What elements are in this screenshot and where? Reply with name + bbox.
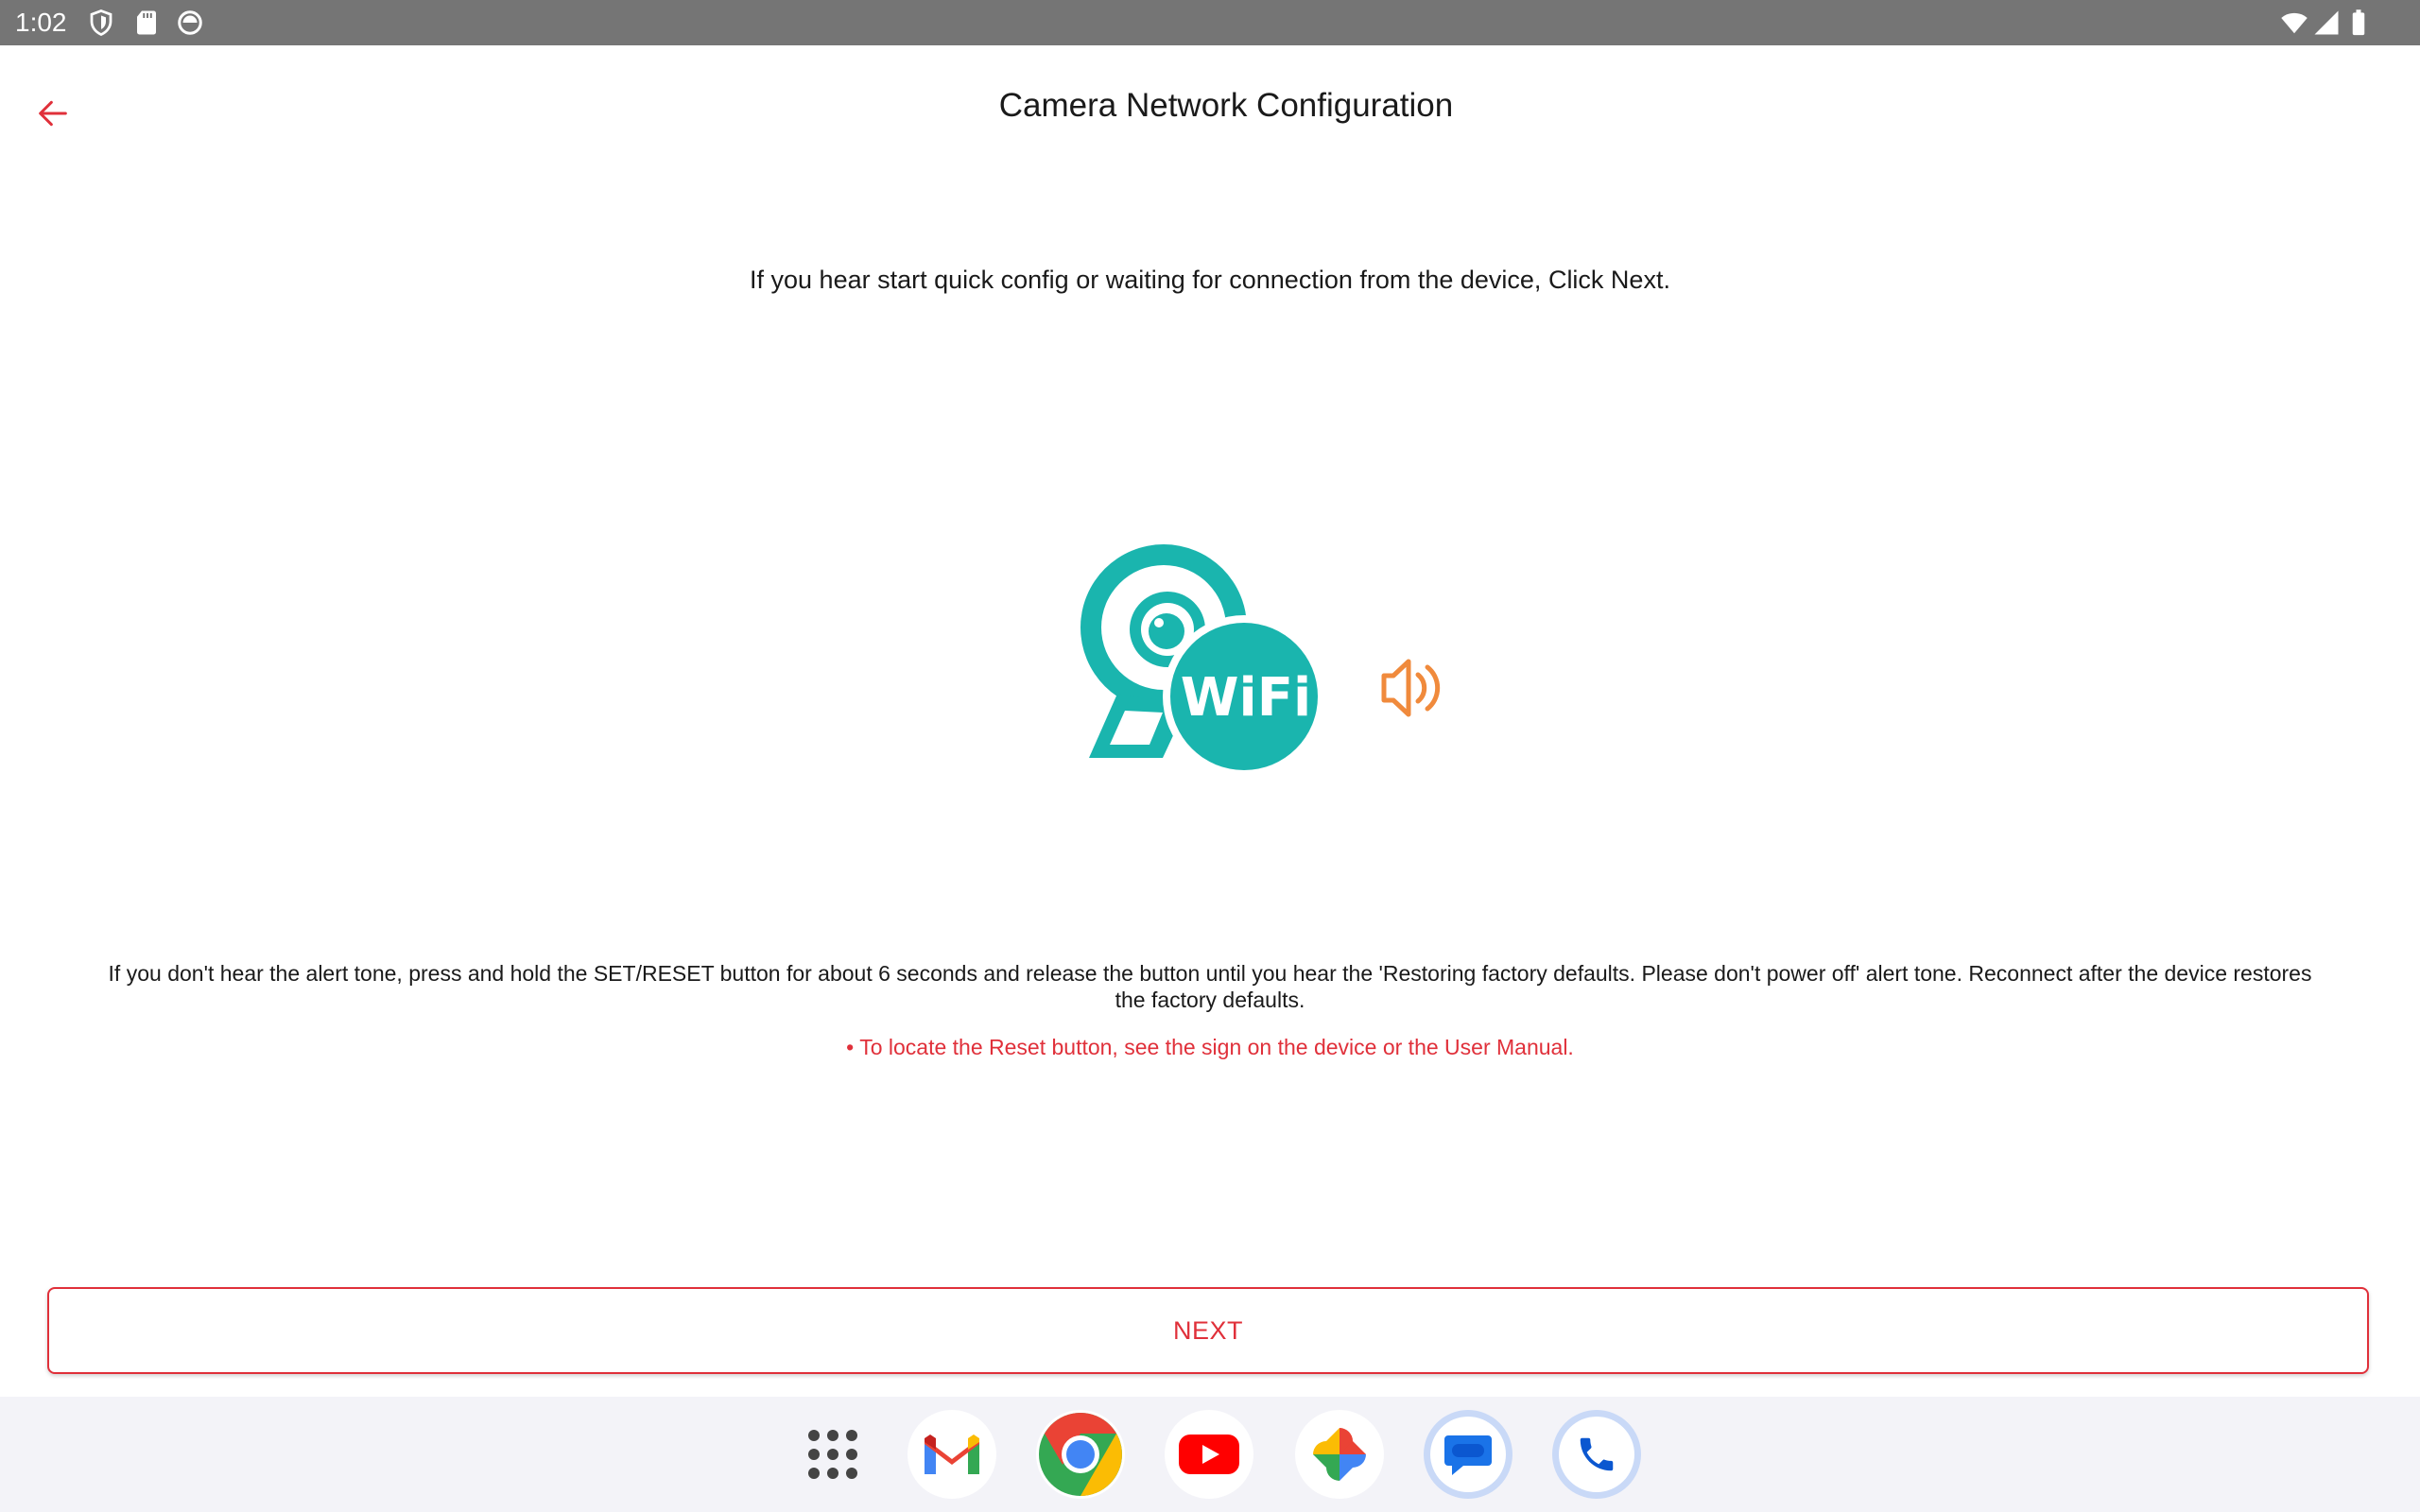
app-drawer-icon <box>808 1430 857 1479</box>
app-bar: Camera Network Configuration <box>0 45 2420 168</box>
youtube-app[interactable] <box>1165 1410 1253 1499</box>
wifi-badge-label: WiFi <box>1181 667 1311 729</box>
sd-card-icon <box>137 10 156 35</box>
camera-wifi-illustration: WiFi <box>1059 525 1456 781</box>
phone-app[interactable] <box>1552 1410 1641 1499</box>
messages-app[interactable] <box>1424 1410 1512 1499</box>
shield-icon <box>90 9 112 37</box>
photos-icon <box>1313 1428 1366 1481</box>
gmail-icon <box>925 1435 979 1474</box>
photos-app[interactable] <box>1295 1410 1384 1499</box>
chrome-icon <box>1039 1413 1122 1496</box>
messages-icon <box>1444 1435 1492 1475</box>
youtube-icon <box>1179 1435 1239 1474</box>
app-dock <box>0 1397 2420 1512</box>
instruction-text: If you hear start quick config or waitin… <box>750 266 1670 294</box>
sync-icon <box>178 10 202 35</box>
next-button[interactable]: NEXT <box>47 1287 2369 1374</box>
cell-signal-icon <box>2314 10 2339 35</box>
speaker-icon <box>1381 659 1441 717</box>
reset-hint: • To locate the Reset button, see the si… <box>846 1035 1574 1059</box>
page-title: Camera Network Configuration <box>998 87 1454 124</box>
phone-app-inner <box>1559 1417 1634 1492</box>
help-text: If you don't hear the alert tone, press … <box>108 961 2312 1012</box>
gmail-app[interactable] <box>908 1410 996 1499</box>
app-drawer-button[interactable] <box>788 1410 877 1499</box>
phone-icon <box>1580 1437 1614 1471</box>
battery-icon <box>2352 9 2365 36</box>
status-bar: 1:02 <box>0 0 2420 45</box>
chrome-app[interactable] <box>1036 1410 1125 1499</box>
camera-wifi-icon: WiFi <box>1080 544 1441 778</box>
messages-app-inner <box>1430 1417 1506 1492</box>
status-time: 1:02 <box>15 8 67 37</box>
wifi-icon <box>2281 12 2308 34</box>
